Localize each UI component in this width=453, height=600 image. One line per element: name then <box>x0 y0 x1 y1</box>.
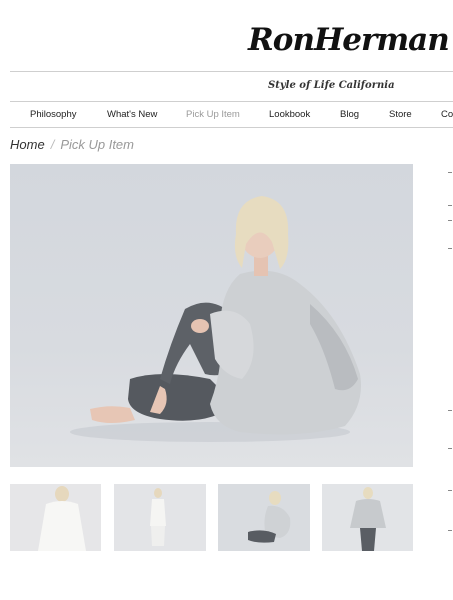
nav-item-lookbook[interactable]: Lookbook <box>269 104 310 126</box>
thumbnail-white-outfit-full-length[interactable] <box>114 484 206 551</box>
nav-divider-bottom <box>10 127 453 128</box>
nav-item-whats-new[interactable]: What's New <box>107 104 157 126</box>
brand-tagline: Style of Life California <box>268 80 395 91</box>
offscreen-text-mark <box>448 220 452 221</box>
main-product-image[interactable] <box>10 164 413 467</box>
breadcrumb-separator: / <box>50 137 55 152</box>
offscreen-text-mark <box>448 172 452 173</box>
offscreen-text-mark <box>448 530 452 531</box>
thumbnail-white-knit-front[interactable] <box>10 484 101 551</box>
nav-item-philosophy[interactable]: Philosophy <box>30 104 76 126</box>
thumbnail-figure <box>248 491 291 543</box>
thumbnail-figure <box>350 487 386 551</box>
offscreen-text-mark <box>448 448 452 449</box>
model-sitting-illustration <box>70 196 361 442</box>
main-navigation: Philosophy What's New Pick Up Item Lookb… <box>10 104 453 126</box>
header-divider-top <box>10 71 453 72</box>
offscreen-text-mark <box>448 205 452 206</box>
offscreen-text-mark <box>448 410 452 411</box>
nav-item-store[interactable]: Store <box>389 104 412 126</box>
thumbnail-figure <box>150 488 166 546</box>
offscreen-text-mark <box>448 248 452 249</box>
thumbnail-grey-hoodie-standing[interactable] <box>322 484 413 551</box>
nav-item-blog[interactable]: Blog <box>340 104 359 126</box>
breadcrumb-current: Pick Up Item <box>60 137 134 152</box>
thumbnail-figure <box>38 486 86 551</box>
header-divider-middle <box>10 101 453 102</box>
thumbnail-sitting-pose[interactable] <box>218 484 310 551</box>
offscreen-text-mark <box>448 490 452 491</box>
brand-logo[interactable]: RonHerman <box>248 14 450 66</box>
breadcrumb: Home / Pick Up Item <box>10 137 134 152</box>
nav-item-co[interactable]: Co <box>441 104 453 126</box>
breadcrumb-home-link[interactable]: Home <box>10 137 45 152</box>
nav-item-pick-up-item[interactable]: Pick Up Item <box>186 104 240 126</box>
